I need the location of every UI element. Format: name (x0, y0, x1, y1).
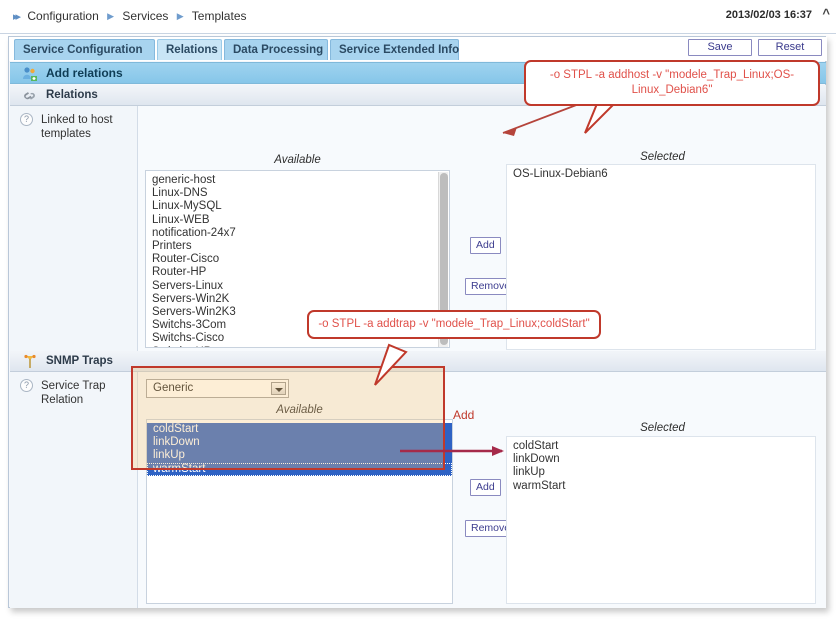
breadcrumb-item-templates[interactable]: Templates (192, 9, 247, 23)
question-mark-icon[interactable]: ? (20, 379, 33, 392)
tab-service-extended-info[interactable]: Service Extended Info (330, 39, 459, 60)
annotation-label-add: Add (453, 408, 474, 422)
tab-bar: Service Configuration Relations Data Pro… (9, 37, 827, 61)
callout-addtrap: -o STPL -a addtrap -v "modele_Trap_Linux… (307, 310, 601, 339)
save-button[interactable]: Save (688, 39, 752, 56)
list-item[interactable]: Linux-MySQL (146, 200, 449, 213)
selected-header-traps: Selected (510, 422, 815, 434)
label-cell-service-trap-relation: ? Service Trap Relation (10, 372, 138, 608)
list-item[interactable]: Router-HP (146, 266, 449, 279)
chevron-down-icon[interactable] (271, 382, 286, 395)
list-item[interactable]: Printers (146, 240, 449, 253)
label-cell-linked-to-host-templates: ? Linked to host templates (10, 106, 138, 351)
breadcrumb-separator-icon: ▶ (177, 11, 184, 21)
section-title-add-relations: Add relations (46, 63, 123, 84)
list-item[interactable]: linkUp (507, 466, 815, 479)
breadcrumb: ▸▸ Configuration ▶ Services ▶ Templates (13, 9, 247, 23)
double-chevron-right-icon: ▸▸ (13, 11, 18, 23)
app-root: ▸▸ Configuration ▶ Services ▶ Templates … (0, 0, 836, 638)
list-item[interactable]: notification-24x7 (146, 227, 449, 240)
available-header-traps: Available (146, 404, 453, 416)
label-service-trap-relation: Service Trap Relation (41, 379, 136, 407)
list-item[interactable]: Router-Cisco (146, 253, 449, 266)
available-listbox-traps[interactable]: coldStartlinkDownlinkUpwarmStart (146, 419, 453, 604)
selected-listbox-traps[interactable]: coldStartlinkDownlinkUpwarmStart (506, 436, 816, 604)
list-item[interactable]: warmStart (507, 480, 815, 493)
row-service-trap-relation: ? Service Trap Relation Generic Availabl… (10, 372, 826, 608)
tab-relations[interactable]: Relations (157, 39, 222, 60)
reset-button[interactable]: Reset (758, 39, 822, 56)
breadcrumb-item-services[interactable]: Services (122, 9, 168, 23)
breadcrumb-separator-icon: ▶ (107, 11, 114, 21)
list-item[interactable]: linkDown (147, 436, 452, 449)
list-item[interactable]: coldStart (507, 440, 815, 453)
breadcrumb-bar: ▸▸ Configuration ▶ Services ▶ Templates … (0, 0, 836, 34)
list-item[interactable]: linkDown (507, 453, 815, 466)
available-header-templates: Available (145, 154, 450, 166)
section-title-snmp-traps: SNMP Traps (46, 351, 113, 371)
list-item[interactable]: Servers-Linux (146, 280, 449, 293)
section-header-snmp-traps: SNMP Traps (10, 351, 826, 372)
users-add-icon (22, 66, 38, 82)
section-title-relations: Relations (46, 85, 98, 105)
tab-service-configuration[interactable]: Service Configuration (14, 39, 155, 60)
add-trap-button[interactable]: Add (470, 479, 501, 496)
list-item[interactable]: linkUp (147, 449, 452, 462)
list-item[interactable]: warmStart (147, 463, 452, 476)
chevron-up-icon[interactable]: ^ (822, 6, 830, 21)
trap-type-dropdown-value: Generic (153, 380, 193, 397)
question-mark-icon[interactable]: ? (20, 113, 33, 126)
tab-data-processing[interactable]: Data Processing (224, 39, 328, 60)
list-item[interactable]: coldStart (147, 423, 452, 436)
link-chain-icon (22, 88, 38, 104)
list-item[interactable]: Switchs-HP (146, 346, 449, 348)
add-template-button[interactable]: Add (470, 237, 501, 254)
trap-type-dropdown[interactable]: Generic (146, 379, 289, 398)
label-linked-to-host-templates: Linked to host templates (41, 113, 136, 141)
list-item[interactable]: generic-host (146, 174, 449, 187)
list-item[interactable]: OS-Linux-Debian6 (507, 168, 815, 181)
list-item[interactable]: Linux-WEB (146, 214, 449, 227)
selected-header-templates: Selected (510, 151, 815, 163)
breadcrumb-item-configuration[interactable]: Configuration (27, 9, 98, 23)
datetime-display: 2013/02/03 16:37 (726, 9, 812, 21)
list-item[interactable]: Servers-Win2K (146, 293, 449, 306)
antenna-trap-icon (22, 354, 38, 370)
callout-addhost: -o STPL -a addhost -v "modele_Trap_Linux… (524, 60, 820, 106)
list-item[interactable]: Linux-DNS (146, 187, 449, 200)
